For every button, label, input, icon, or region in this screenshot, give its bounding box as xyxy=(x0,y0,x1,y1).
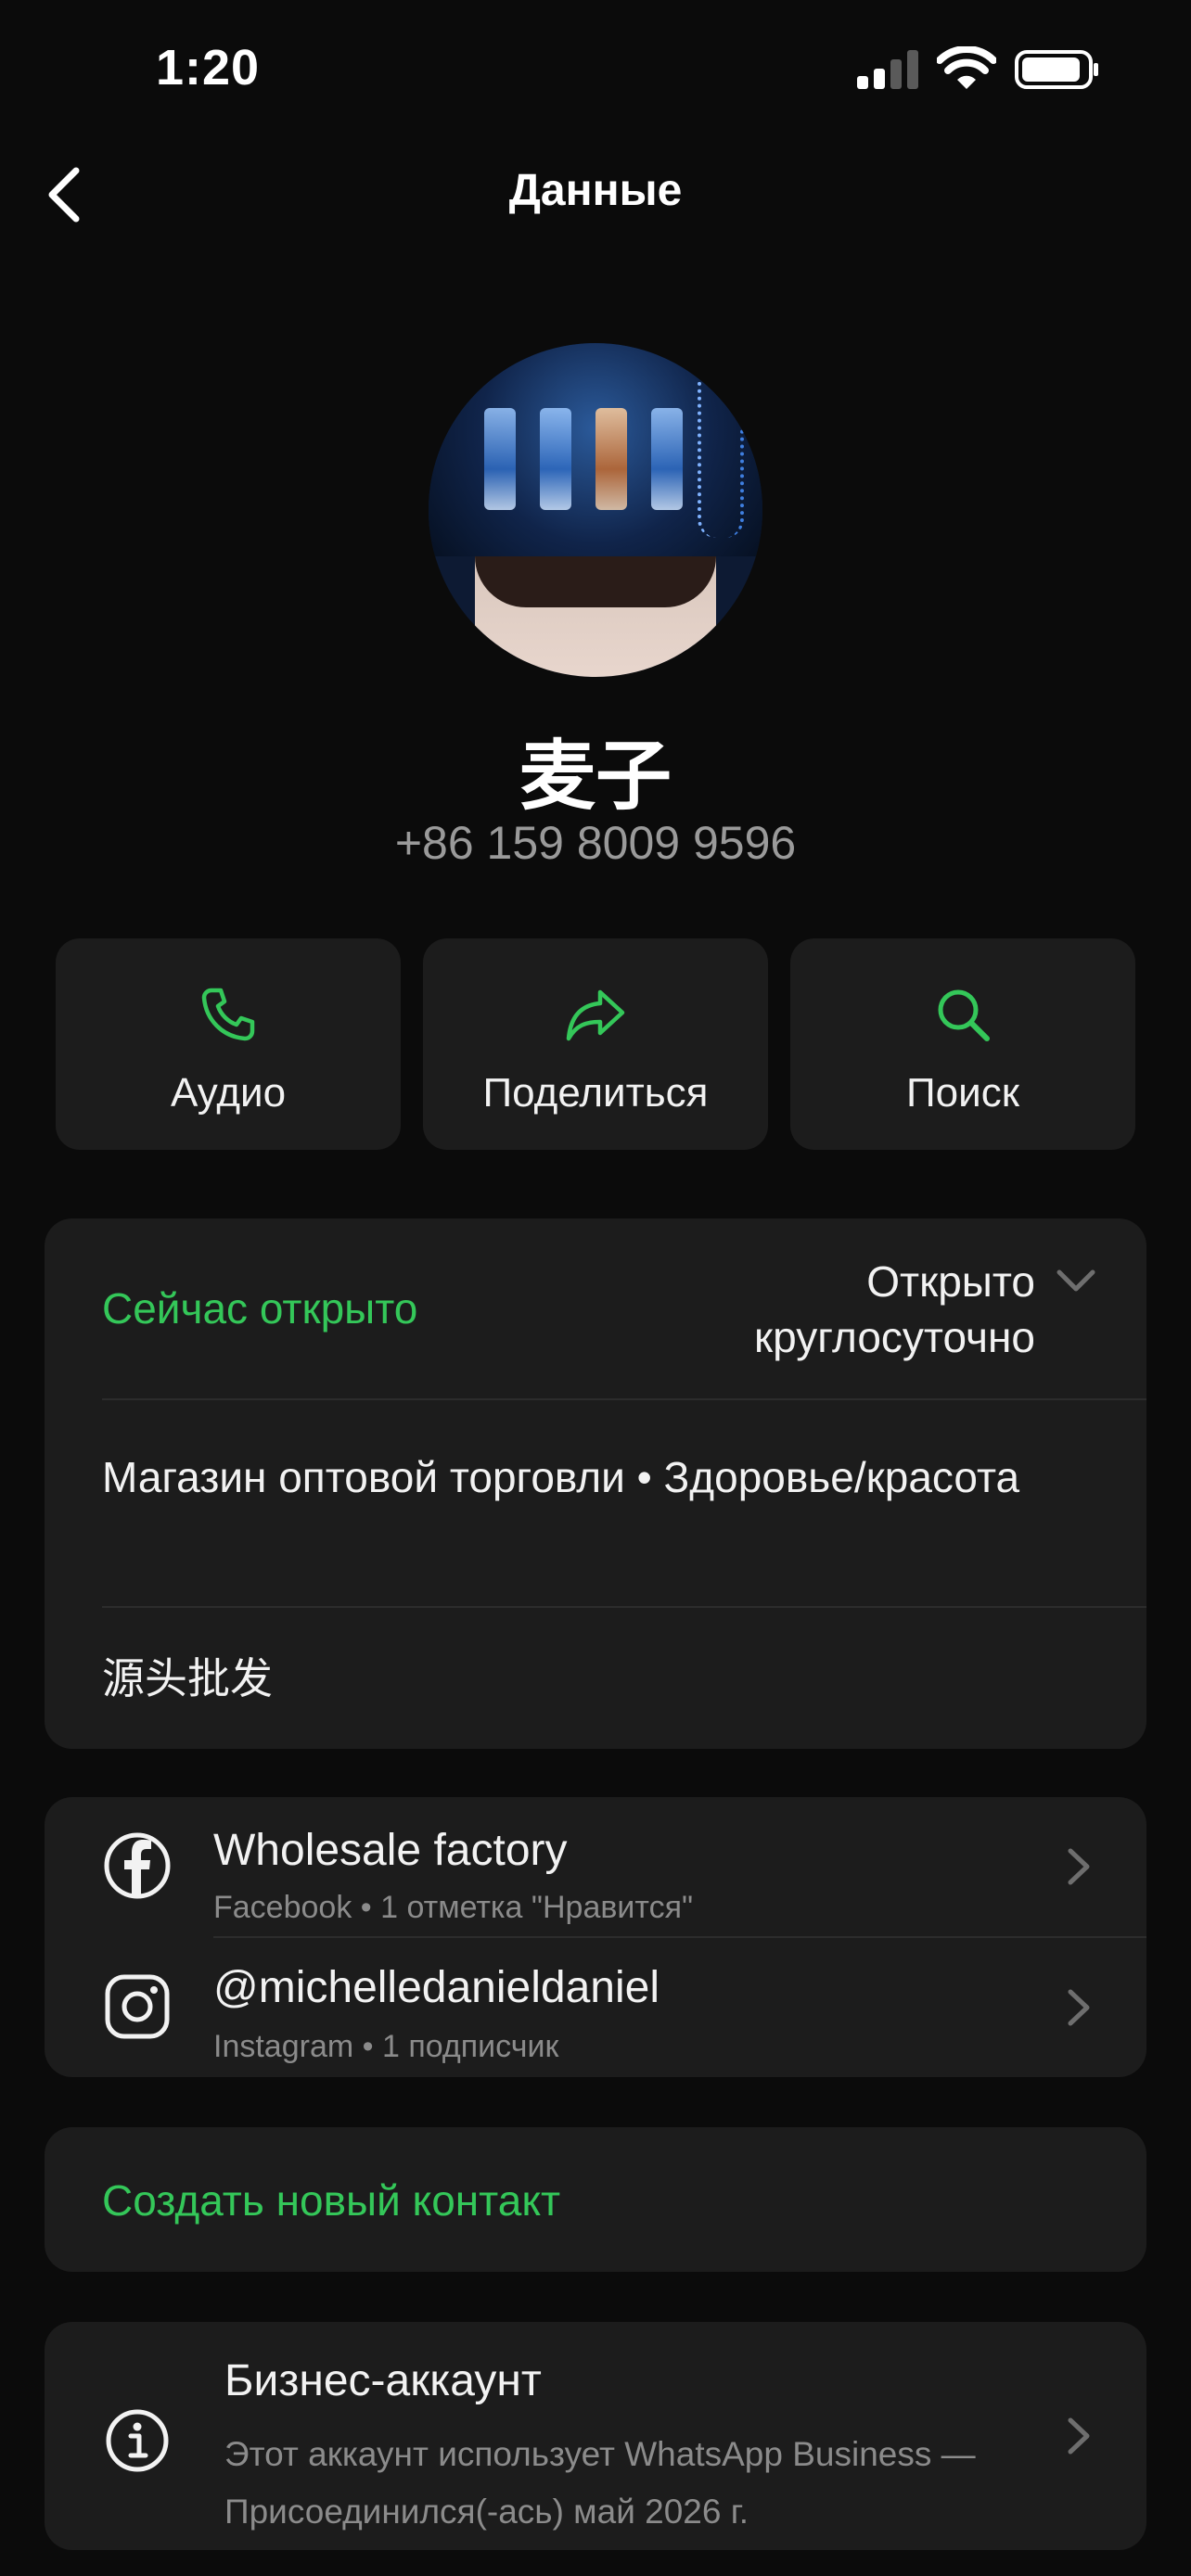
hours-status: Сейчас открыто xyxy=(102,1284,418,1333)
hours-value-line1: Открыто xyxy=(866,1257,1035,1306)
instagram-title: @michelledanieldaniel xyxy=(213,1963,660,2012)
status-time: 1:20 xyxy=(156,40,261,96)
search-icon xyxy=(938,989,990,1041)
battery-icon xyxy=(1015,50,1098,89)
facebook-title: Wholesale factory xyxy=(213,1826,568,1875)
facebook-icon xyxy=(104,1832,171,1899)
business-account-title: Бизнес-аккаунт xyxy=(224,2356,542,2405)
instagram-icon xyxy=(105,1974,170,2039)
chevron-right-icon xyxy=(1068,1848,1090,1885)
facebook-link-row[interactable]: Wholesale factory Facebook • 1 отметка "… xyxy=(45,1797,1146,1936)
social-links-card: Wholesale factory Facebook • 1 отметка "… xyxy=(45,1797,1146,2077)
create-contact-button[interactable]: Создать новый контакт xyxy=(45,2127,1146,2272)
chevron-right-icon xyxy=(1068,1989,1090,2026)
divider xyxy=(102,1398,1146,1400)
business-description: 源头批发 xyxy=(102,1654,273,1702)
chevron-down-icon xyxy=(1057,1269,1095,1292)
avatar-image-top xyxy=(429,343,762,556)
facebook-subtitle: Facebook • 1 отметка "Нравится" xyxy=(213,1890,694,1925)
page-title: Данные xyxy=(508,166,683,215)
business-category: Магазин оптовой торговли • Здоровье/крас… xyxy=(102,1453,1020,1501)
share-label: Поделиться xyxy=(482,1070,709,1116)
contact-name: 麦子 xyxy=(519,734,672,819)
share-arrow-icon xyxy=(566,989,625,1041)
contact-phone: +86 159 8009 9596 xyxy=(394,817,797,869)
phone-icon xyxy=(201,988,255,1041)
hours-value: Открыто круглосуточно xyxy=(646,1254,1035,1365)
divider xyxy=(102,1606,1146,1608)
chevron-right-icon xyxy=(1068,2417,1090,2455)
create-contact-label: Создать новый контакт xyxy=(102,2176,561,2225)
search-label: Поиск xyxy=(906,1070,1019,1116)
business-info-card: Сейчас открыто Открыто круглосуточно Маг… xyxy=(45,1218,1146,1749)
business-account-row[interactable]: Бизнес-аккаунт Этот аккаунт использует W… xyxy=(45,2322,1146,2550)
wifi-icon xyxy=(937,46,996,89)
info-icon xyxy=(106,2409,169,2472)
instagram-link-row[interactable]: @michelledanieldaniel Instagram • 1 подп… xyxy=(45,1938,1146,2077)
share-button[interactable]: Поделиться xyxy=(423,938,768,1150)
audio-call-label: Аудио xyxy=(170,1070,287,1116)
business-account-description: Этот аккаунт использует WhatsApp Busines… xyxy=(224,2435,976,2531)
hours-row[interactable]: Сейчас открыто Открыто круглосуточно xyxy=(45,1218,1146,1400)
instagram-subtitle: Instagram • 1 подписчик xyxy=(213,2029,559,2064)
audio-call-button[interactable]: Аудио xyxy=(56,938,401,1150)
nav-bar: Данные xyxy=(0,148,1191,241)
status-bar: 1:20 xyxy=(0,0,1191,139)
avatar[interactable] xyxy=(429,343,762,677)
cellular-signal-icon xyxy=(857,50,918,89)
search-button[interactable]: Поиск xyxy=(790,938,1135,1150)
hours-value-line2: круглосуточно xyxy=(754,1313,1035,1361)
